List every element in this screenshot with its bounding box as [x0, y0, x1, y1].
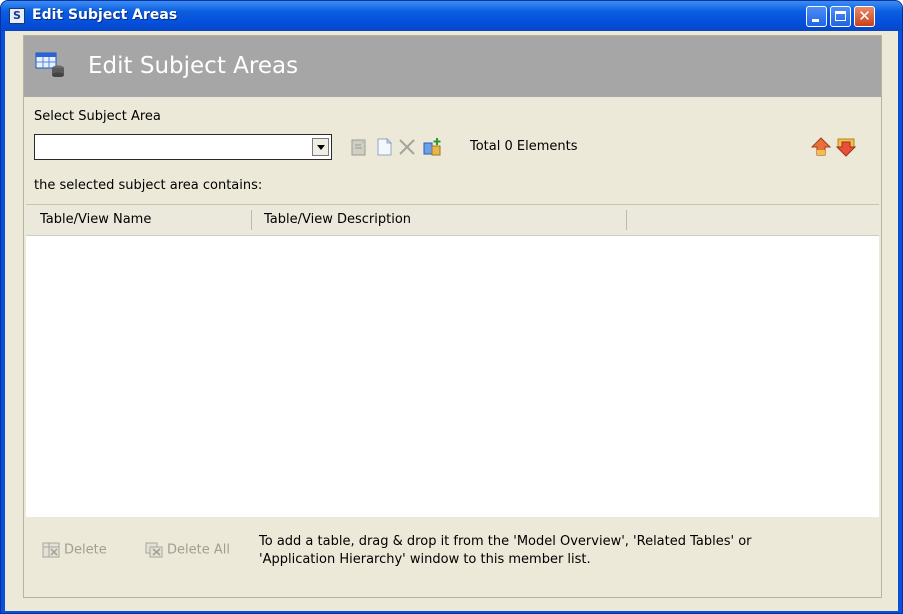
delete-all-label: Delete All [167, 542, 230, 558]
contains-label: the selected subject area contains: [34, 178, 263, 193]
table-db-icon [35, 52, 64, 77]
table-header: Table/View Name Table/View Description [26, 205, 879, 236]
minimize-icon [812, 19, 819, 22]
dropdown-button[interactable] [312, 138, 329, 156]
export-icon[interactable] [835, 136, 857, 158]
add-tables-icon[interactable] [422, 136, 444, 158]
total-elements-label: Total 0 Elements [470, 139, 578, 154]
delete-button[interactable]: Delete [42, 542, 107, 564]
delete-label: Delete [64, 542, 107, 558]
header-banner: Edit Subject Areas [24, 36, 881, 97]
window-title: Edit Subject Areas [32, 7, 178, 23]
app-icon: S [9, 8, 25, 24]
close-icon: ✕ [858, 7, 871, 25]
title-bar[interactable]: S Edit Subject Areas ✕ [1, 1, 902, 31]
new-document-icon[interactable] [373, 136, 395, 158]
select-subject-area-label: Select Subject Area [34, 109, 161, 124]
column-header-name[interactable]: Table/View Name [40, 212, 151, 227]
footer-bar: Delete Delete All To add a table, drag &… [24, 519, 881, 597]
app-window: S Edit Subject Areas ✕ Edit Subject Area… [0, 0, 903, 614]
edit-icon[interactable] [348, 136, 370, 158]
chevron-down-icon [317, 145, 325, 150]
close-button[interactable]: ✕ [854, 6, 875, 27]
column-divider[interactable] [626, 210, 627, 230]
column-header-description[interactable]: Table/View Description [264, 212, 411, 227]
subject-area-select[interactable] [34, 134, 332, 160]
drag-drop-hint: To add a table, drag & drop it from the … [259, 534, 752, 567]
banner-title: Edit Subject Areas [88, 53, 299, 79]
delete-x-icon[interactable] [396, 136, 418, 158]
minimize-button[interactable] [806, 6, 827, 27]
maximize-button[interactable] [830, 6, 851, 27]
column-divider[interactable] [251, 210, 252, 230]
delete-all-icon [145, 542, 163, 558]
delete-row-icon [42, 542, 60, 558]
import-icon[interactable] [810, 136, 832, 158]
delete-all-button[interactable]: Delete All [145, 542, 230, 564]
members-table[interactable]: Table/View Name Table/View Description [26, 204, 879, 517]
subject-area-panel: Edit Subject Areas Select Subject Area T… [23, 35, 882, 598]
maximize-icon [835, 11, 846, 21]
